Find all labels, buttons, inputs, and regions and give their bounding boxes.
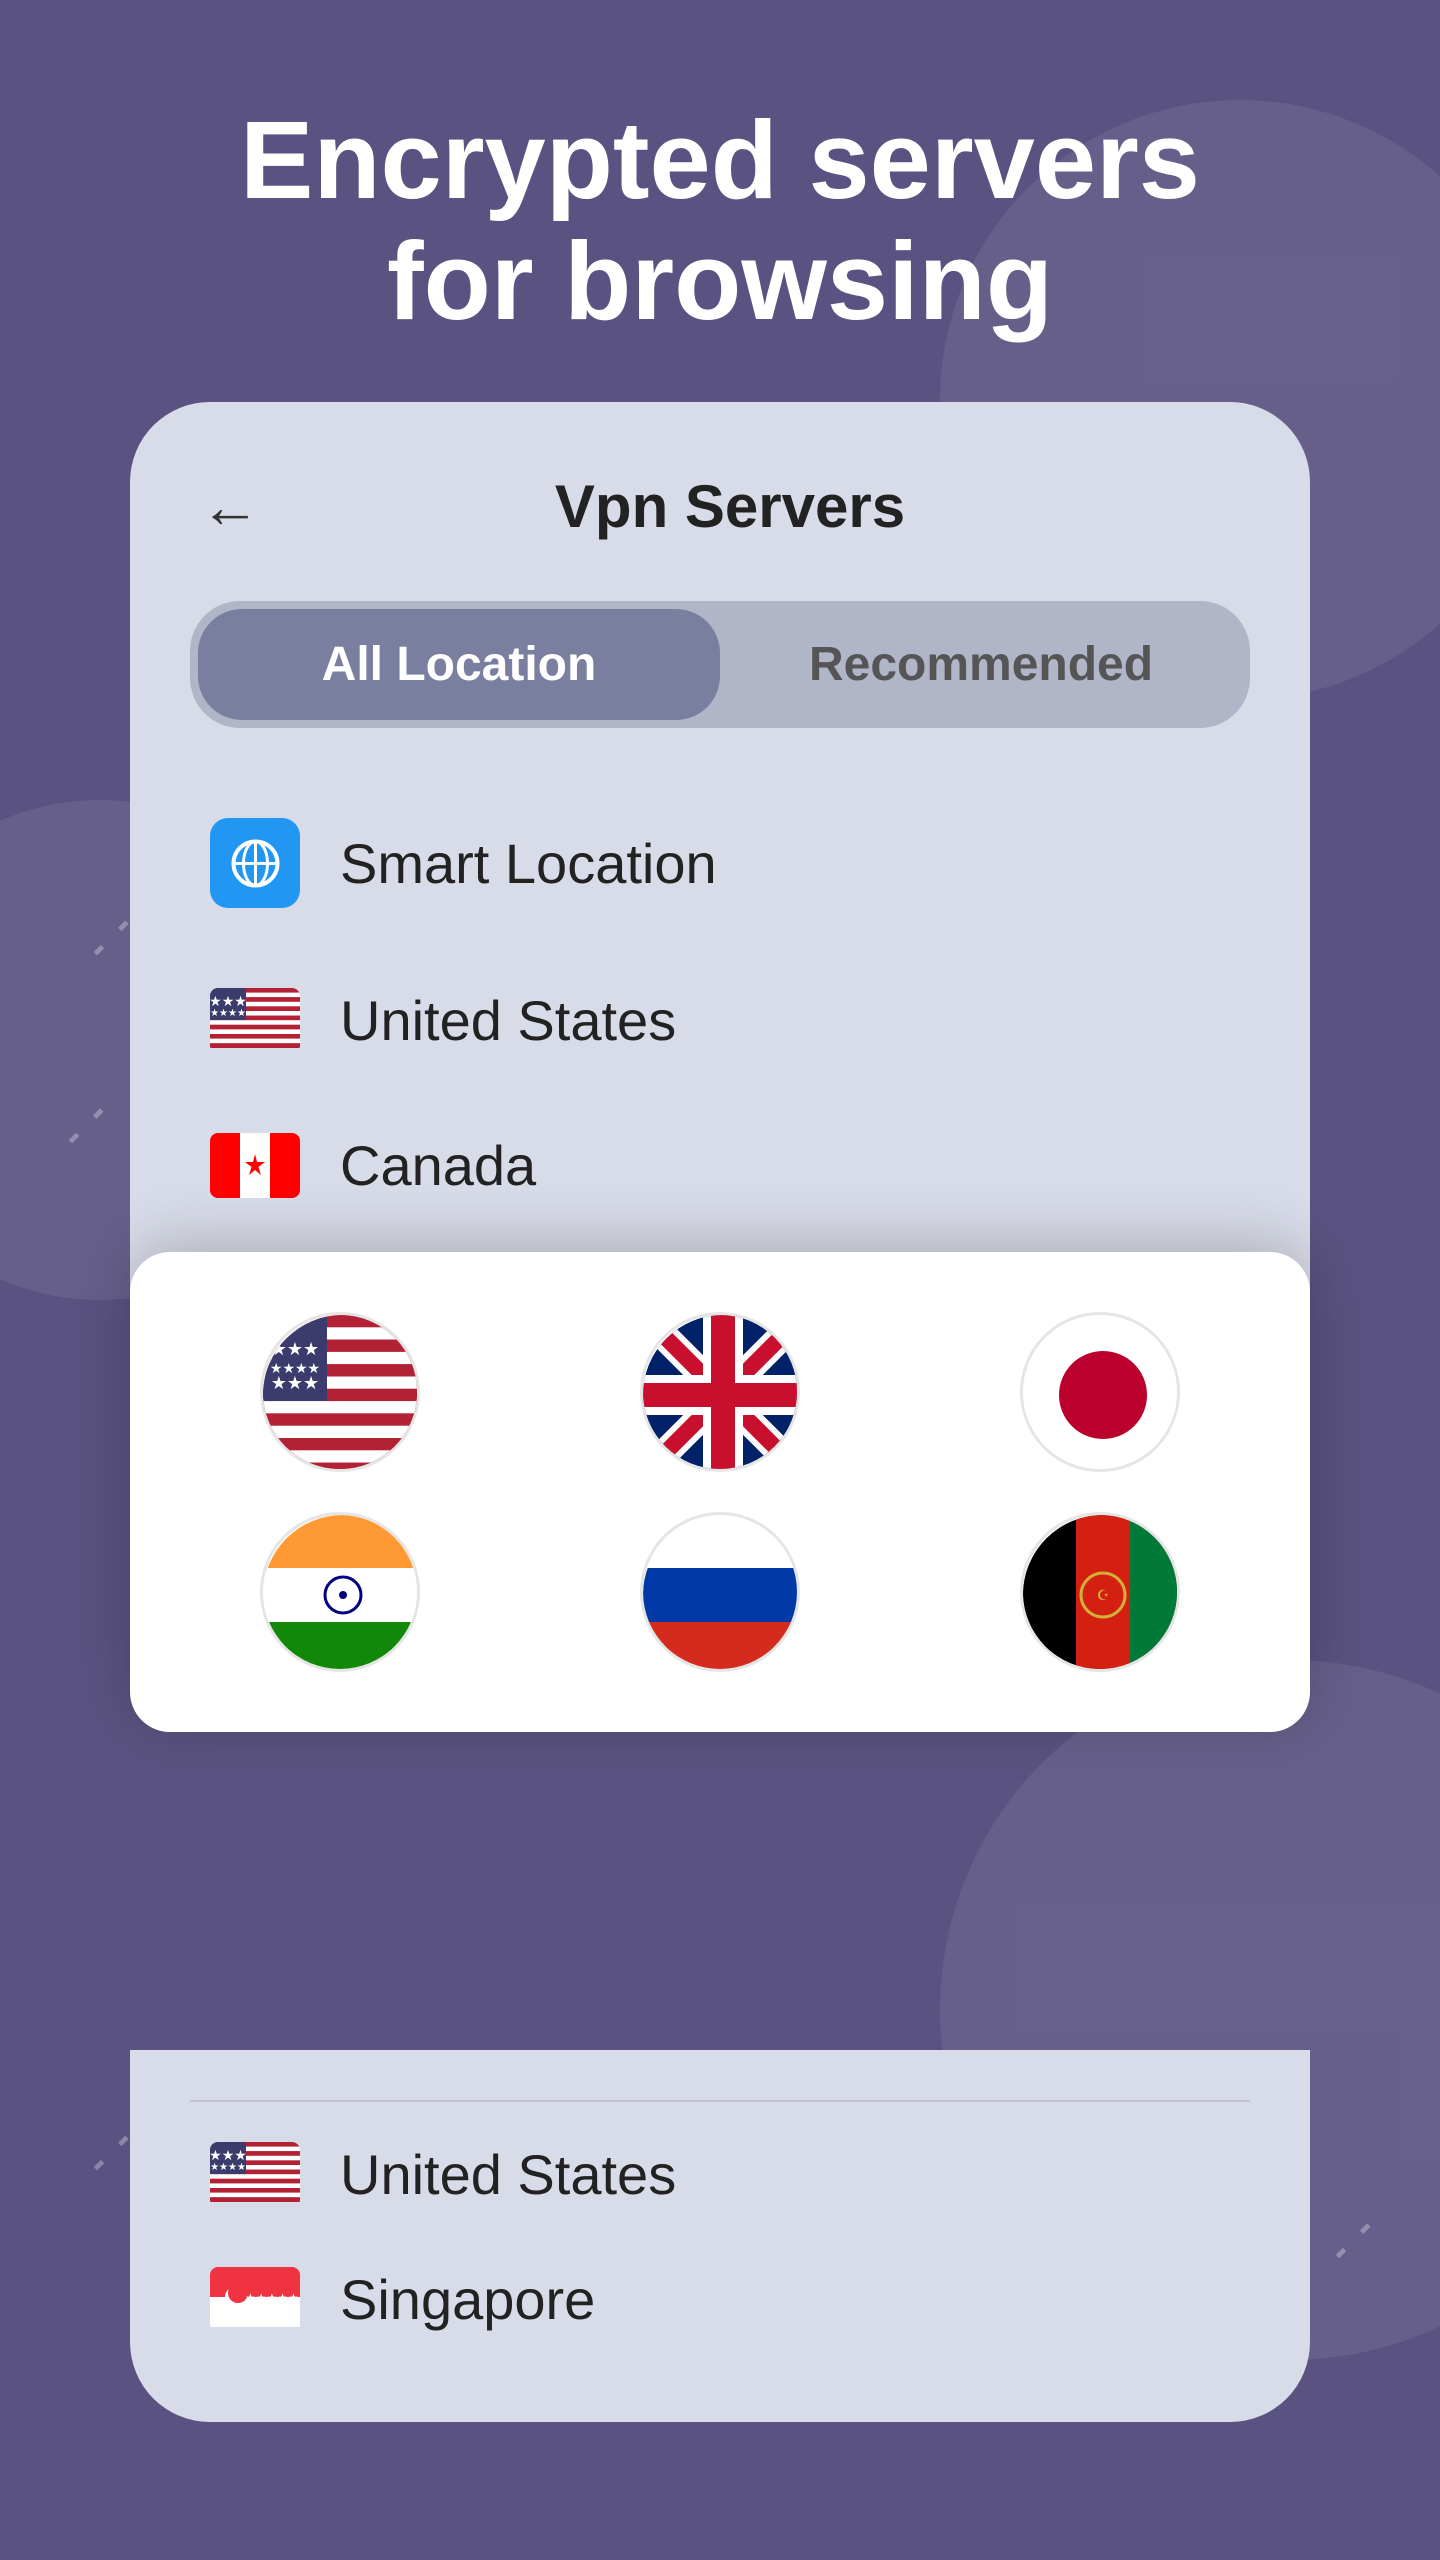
flag-circle-us[interactable]: ★★★ ★★★★ ★★★	[260, 1312, 420, 1472]
list-item[interactable]: ★★★★★ Singapore	[190, 2237, 1250, 2362]
flag-circle-in[interactable]	[260, 1512, 420, 1672]
phone-card: ← Vpn Servers All Location Recommended S…	[130, 402, 1310, 1578]
flag-popup: ★★★ ★★★★ ★★★	[130, 1252, 1310, 1732]
smart-location-icon	[210, 818, 300, 908]
tab-all-location[interactable]: All Location	[198, 609, 720, 720]
server-name-smart: Smart Location	[340, 831, 717, 896]
svg-text:★★★: ★★★	[210, 993, 247, 1009]
list-item[interactable]: ★★★ ★★★★ United States	[190, 2112, 1250, 2237]
tab-group: All Location Recommended	[190, 601, 1250, 728]
svg-text:★★★: ★★★	[271, 1339, 319, 1359]
flag-us: ★★★ ★★★★	[210, 988, 300, 1053]
list-item[interactable]: Canada	[190, 1103, 1250, 1228]
flag-us-bottom: ★★★ ★★★★	[210, 2142, 300, 2207]
list-separator	[190, 2100, 1250, 2102]
svg-text:★★★★: ★★★★	[210, 2162, 246, 2173]
server-name-ca: Canada	[340, 1133, 536, 1198]
server-name-us: United States	[340, 988, 676, 1053]
svg-text:★★★★: ★★★★	[210, 1008, 246, 1019]
screen-title: Vpn Servers	[270, 472, 1190, 541]
flag-sg: ★★★★★	[210, 2267, 300, 2332]
flag-circle-uk[interactable]	[640, 1312, 800, 1472]
svg-text:☪: ☪	[1097, 1587, 1110, 1603]
svg-text:★★★★★: ★★★★★	[245, 2291, 299, 2305]
tab-recommended[interactable]: Recommended	[720, 609, 1242, 720]
svg-text:★★★: ★★★	[210, 2147, 247, 2163]
svg-text:★★★: ★★★	[271, 1373, 319, 1393]
screen-header: ← Vpn Servers	[190, 462, 1250, 551]
flag-circle-jp[interactable]	[1020, 1312, 1180, 1472]
server-name-sg: Singapore	[340, 2267, 595, 2332]
back-button[interactable]: ←	[190, 462, 270, 551]
flag-grid: ★★★ ★★★★ ★★★	[170, 1312, 1270, 1672]
list-item[interactable]: Smart Location	[190, 788, 1250, 938]
flag-ca	[210, 1133, 300, 1198]
flag-circle-ru[interactable]	[640, 1512, 800, 1672]
flag-circle-af[interactable]: ☪	[1020, 1512, 1180, 1672]
server-name-us-bottom: United States	[340, 2142, 676, 2207]
bottom-server-list: ★★★ ★★★★ United States ★★★★★ Singapore	[130, 2050, 1310, 2422]
list-item[interactable]: ★★★ ★★★★ United States	[190, 958, 1250, 1083]
